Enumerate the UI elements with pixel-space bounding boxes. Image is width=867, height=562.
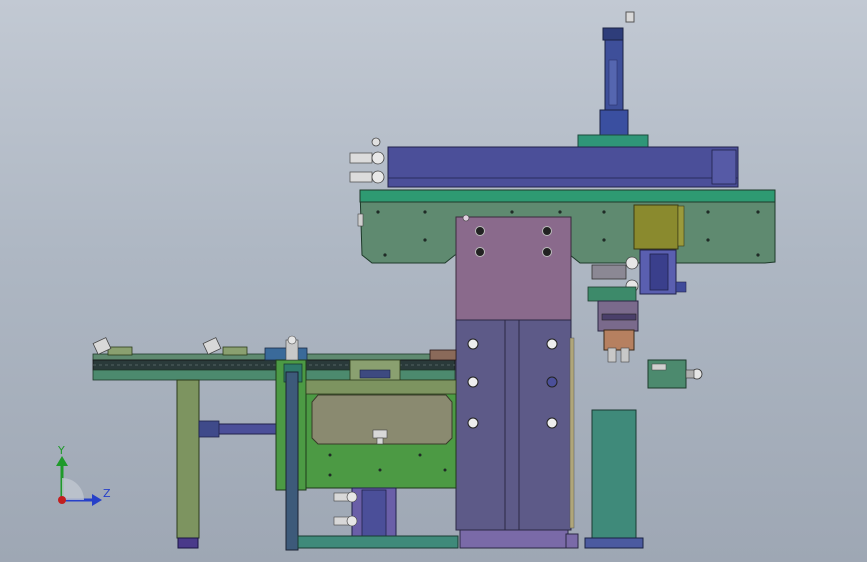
central-column[interactable] — [455, 214, 579, 549]
support-post-right[interactable] — [584, 409, 644, 549]
y-axis-arrow — [56, 456, 68, 466]
triad-plane — [62, 478, 84, 500]
z-axis-arrow — [92, 494, 102, 506]
x-axis-dot — [58, 496, 66, 504]
top-beam[interactable] — [349, 137, 739, 188]
z-axis-label: Z — [103, 487, 111, 500]
coordinate-triad: Y Z — [56, 444, 111, 506]
machine-assembly-drawing[interactable]: Y Z — [0, 0, 867, 562]
sensor-block[interactable] — [647, 359, 703, 389]
support-leg-left[interactable] — [176, 379, 278, 549]
cad-viewport[interactable]: Y Z — [0, 0, 867, 562]
conveyor-rail[interactable] — [92, 337, 457, 383]
lower-cylinder[interactable] — [297, 487, 459, 549]
y-axis-label: Y — [57, 444, 65, 457]
vertical-cylinder[interactable] — [577, 11, 649, 148]
